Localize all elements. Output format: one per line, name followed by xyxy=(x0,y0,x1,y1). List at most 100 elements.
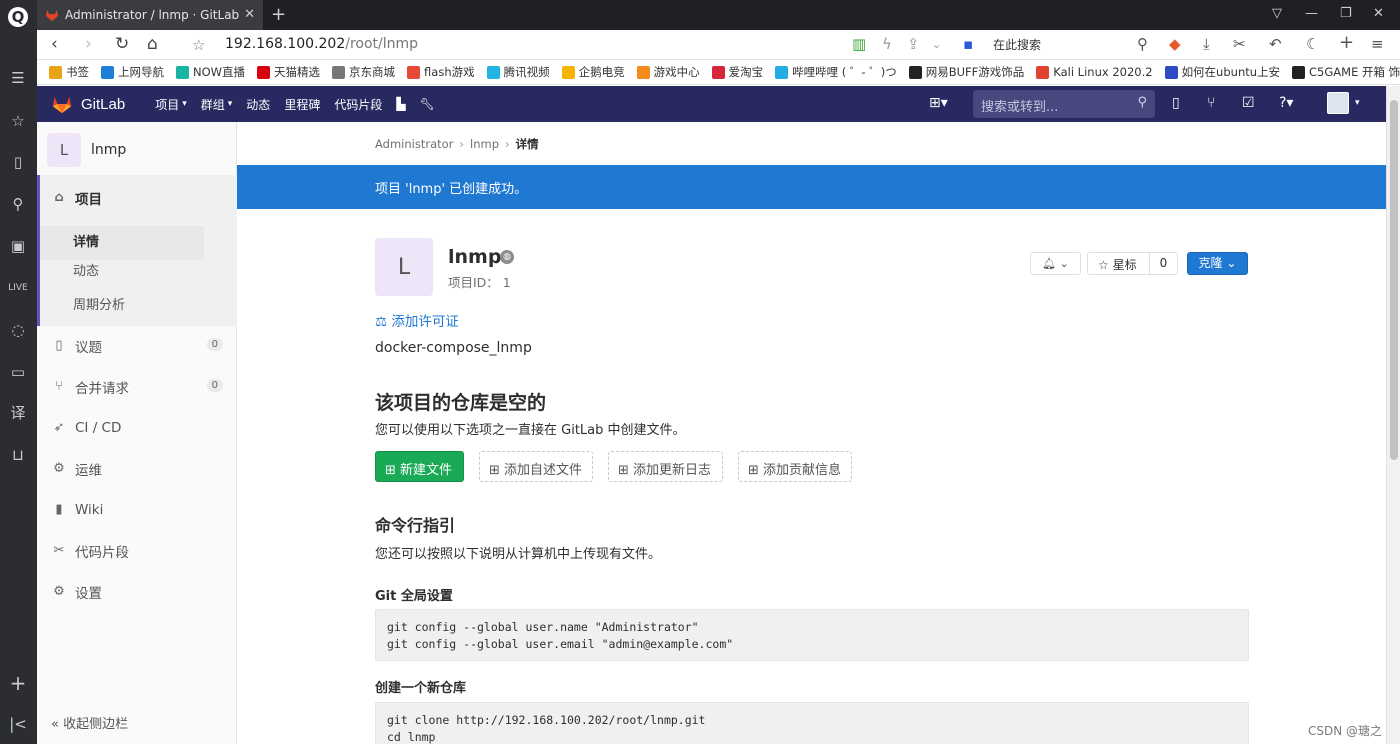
add-changelog-button[interactable]: ⊞ 添加更新日志 xyxy=(608,451,723,482)
sidebar-item-snippets[interactable]: ✂ 代码片段 xyxy=(37,530,237,571)
nav-milestones[interactable]: 里程碑 xyxy=(284,96,320,113)
collapse-panel-icon[interactable]: |< xyxy=(8,714,28,734)
bookmark-item[interactable]: 书签 xyxy=(49,64,89,80)
bookmark-item[interactable]: 企鹅电竞 xyxy=(561,64,625,80)
add-tool-icon[interactable]: + xyxy=(1339,32,1354,53)
briefcase-icon[interactable]: ▭ xyxy=(8,362,28,382)
bookmark-item[interactable]: 哔哩哔哩 ( ゜- ゜)つ xyxy=(775,64,897,80)
close-window-icon[interactable]: ✕ xyxy=(1373,6,1384,21)
active-tab[interactable]: Administrator / lnmp · GitLab ✕ xyxy=(37,0,263,30)
undo-icon[interactable]: ↶ xyxy=(1269,35,1282,53)
nav-projects[interactable]: 项目 ▾ xyxy=(155,96,187,113)
gitlab-search-input[interactable]: 搜索或转到... ⚲ xyxy=(973,90,1155,118)
user-avatar[interactable] xyxy=(1327,92,1349,114)
reader-icon[interactable]: ▥ xyxy=(852,35,866,53)
sidebar-item-merge-requests[interactable]: ⑂ 合并请求 0 xyxy=(37,366,237,407)
home-icon[interactable]: ⌂ xyxy=(147,34,158,54)
sidebar-project-context[interactable]: L lnmp xyxy=(37,122,236,178)
new-plus-icon[interactable]: ⊞▾ xyxy=(929,95,948,111)
git-global-code[interactable]: git config --global user.name "Administr… xyxy=(375,609,1249,661)
new-repo-code[interactable]: git clone http://192.168.100.202/root/ln… xyxy=(375,702,1249,744)
scroll-thumb[interactable] xyxy=(1390,100,1398,460)
share-icon[interactable]: ⇪ xyxy=(907,35,920,53)
cart-icon[interactable]: ⊔ xyxy=(8,445,28,465)
sidebar-item-project[interactable]: ⌂ 项目 xyxy=(37,177,237,218)
bookmark-item[interactable]: 天猫精选 xyxy=(257,64,320,80)
bookmark-item[interactable]: 上网导航 xyxy=(101,64,164,80)
forward-icon[interactable]: › xyxy=(85,34,92,54)
wrench-icon[interactable]: 🔧︎ xyxy=(420,97,435,111)
flash-icon[interactable]: ϟ xyxy=(882,35,892,53)
bookmark-item[interactable]: NOW直播 xyxy=(176,64,245,80)
page-scrollbar[interactable] xyxy=(1386,86,1400,744)
back-icon[interactable]: ‹ xyxy=(51,34,58,54)
star-icon[interactable]: ☆ xyxy=(8,111,28,131)
bookmark-item[interactable]: C5GAME 开箱 饰 xyxy=(1292,64,1400,80)
news-icon[interactable]: ☰ xyxy=(8,68,28,88)
notification-button[interactable]: 🔔︎ ⌄ xyxy=(1030,252,1081,275)
night-mode-icon[interactable]: ☾ xyxy=(1306,35,1319,53)
translate-icon[interactable]: 译 xyxy=(8,403,28,423)
search-go-icon[interactable]: ⚲ xyxy=(1137,35,1148,53)
sidebar-item-issues[interactable]: ▯ 议题 0 xyxy=(37,325,237,366)
bookmark-item[interactable]: 腾讯视频 xyxy=(486,64,550,80)
restore-icon[interactable]: ❐ xyxy=(1340,6,1352,21)
chat-icon[interactable]: ◌ xyxy=(8,320,28,340)
sidebar-subitem-cycle-analytics[interactable]: 周期分析 xyxy=(73,294,125,313)
bookmark-item[interactable]: 网易BUFF游戏饰品 xyxy=(908,64,1024,80)
add-icon[interactable]: + xyxy=(8,673,28,693)
menu-icon[interactable]: ≡ xyxy=(1371,35,1384,53)
breadcrumb-current[interactable]: 详情 xyxy=(516,137,539,151)
reload-icon[interactable]: ↻ xyxy=(115,34,129,54)
help-icon[interactable]: ?▾ xyxy=(1279,95,1293,111)
sidebar-item-settings[interactable]: ⚙ 设置 xyxy=(37,571,237,612)
merge-request-icon[interactable]: ⑂ xyxy=(1207,95,1215,111)
collapse-sidebar-button[interactable]: « 收起侧边栏 xyxy=(51,713,128,732)
sidebar-subitem-activity[interactable]: 动态 xyxy=(73,260,99,279)
nav-groups[interactable]: 群组 ▾ xyxy=(201,96,233,113)
close-tab-icon[interactable]: ✕ xyxy=(244,7,255,22)
todo-icon[interactable]: ☑ xyxy=(1242,95,1255,111)
game-icon[interactable]: ◆ xyxy=(1169,35,1181,53)
gitlab-logo-icon[interactable] xyxy=(51,93,73,115)
bookmark-star-icon[interactable]: ☆ xyxy=(192,36,205,54)
bookmark-item[interactable]: 京东商城 xyxy=(332,64,395,80)
nav-snippets[interactable]: 代码片段 xyxy=(334,96,382,113)
new-tab-button[interactable]: + xyxy=(271,4,286,25)
sidebar-subitem-details[interactable]: 详情 xyxy=(40,226,204,260)
bookmark-item[interactable]: Kali Linux 2020.2 xyxy=(1036,65,1153,79)
add-readme-button[interactable]: ⊞ 添加自述文件 xyxy=(479,451,593,482)
breadcrumb-admin[interactable]: Administrator xyxy=(375,137,453,151)
add-contributing-button[interactable]: ⊞ 添加贡献信息 xyxy=(738,451,852,482)
sidebar-toggle-icon[interactable]: ▯ xyxy=(1172,95,1180,111)
shirt-icon[interactable]: ▽ xyxy=(1272,6,1282,21)
bookmark-item[interactable]: 如何在ubuntu上安 xyxy=(1164,64,1280,80)
nav-activity[interactable]: 动态 xyxy=(246,96,270,113)
bookmark-item[interactable]: flash游戏 xyxy=(407,64,475,80)
scissors-icon[interactable]: ✂ xyxy=(1233,35,1246,53)
breadcrumb-project[interactable]: lnmp xyxy=(470,137,499,151)
browser-logo-icon[interactable]: Q xyxy=(8,7,28,27)
url-field[interactable]: 192.168.100.202/root/lnmp xyxy=(225,36,418,52)
url-dropdown-icon[interactable]: ⌄ xyxy=(932,38,941,51)
book-icon[interactable]: ▯ xyxy=(8,152,28,172)
star-button[interactable]: ☆ 星标 0 xyxy=(1087,252,1178,275)
new-file-button[interactable]: ⊞ 新建文件 xyxy=(375,451,464,482)
chevron-down-icon[interactable]: ▾ xyxy=(1355,98,1360,108)
gitlab-brand[interactable]: GitLab xyxy=(81,96,125,113)
minimize-icon[interactable]: — xyxy=(1305,6,1318,21)
video-icon[interactable]: ▣ xyxy=(8,236,28,256)
search-engine-icon[interactable]: ▪ xyxy=(963,35,973,53)
add-license-link[interactable]: ⚖ 添加许可证 xyxy=(375,310,459,330)
bookmark-item[interactable]: 游戏中心 xyxy=(636,64,700,80)
live-icon[interactable]: LIVE xyxy=(8,278,28,298)
sidebar-item-operations[interactable]: ⚙ 运维 xyxy=(37,448,237,489)
bookmark-item[interactable]: 爱淘宝 xyxy=(711,64,763,80)
chart-icon[interactable]: ▙ xyxy=(396,97,405,111)
sidebar-item-cicd[interactable]: ➶ CI / CD xyxy=(37,407,237,448)
download-icon[interactable]: ⤓ xyxy=(1203,35,1210,53)
sidebar-item-wiki[interactable]: ▮ Wiki xyxy=(37,489,237,530)
clone-button[interactable]: 克隆 ⌄ xyxy=(1187,252,1248,275)
search-icon[interactable]: ⚲ xyxy=(8,194,28,214)
browser-search-input[interactable]: 在此搜索 xyxy=(993,36,1041,53)
